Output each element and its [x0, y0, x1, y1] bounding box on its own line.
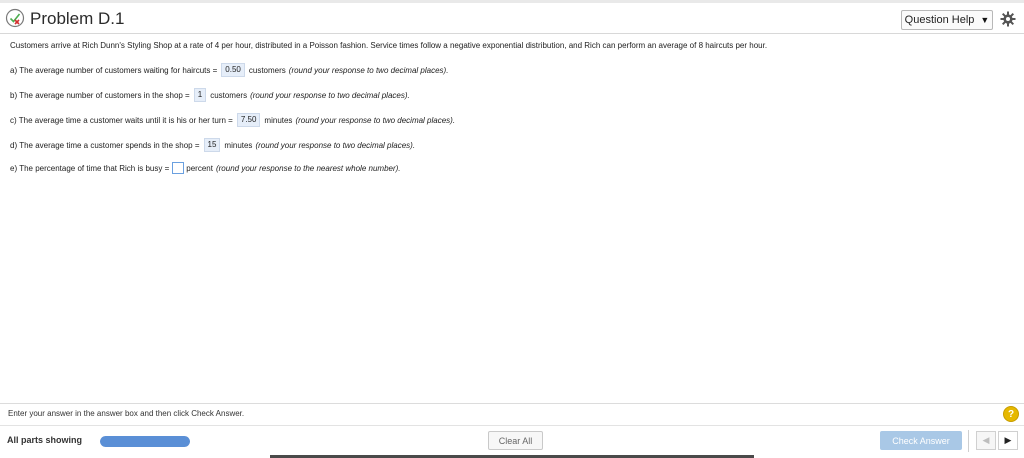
- answer-a-field[interactable]: 0.50: [221, 63, 245, 77]
- question-d-unit: minutes: [224, 140, 253, 150]
- question-a-hint: (round your response to two decimal plac…: [288, 65, 449, 75]
- question-d-hint: (round your response to two decimal plac…: [255, 140, 416, 150]
- check-answer-button[interactable]: Check Answer: [880, 431, 962, 450]
- help-icon[interactable]: ?: [1003, 406, 1019, 422]
- next-button[interactable]: ▶: [998, 431, 1018, 450]
- question-a-text: a) The average number of customers waiti…: [10, 65, 218, 75]
- question-a: a) The average number of customers waiti…: [10, 63, 448, 77]
- question-e-unit: percent: [186, 163, 213, 173]
- question-b: b) The average number of customers in th…: [10, 88, 410, 102]
- question-b-unit: customers: [210, 90, 248, 100]
- parts-showing-label: All parts showing: [7, 435, 83, 445]
- answer-c-field[interactable]: 7.50: [236, 113, 261, 127]
- clear-all-button[interactable]: Clear All: [488, 431, 543, 450]
- question-b-hint: (round your response to two decimal plac…: [250, 90, 410, 100]
- answer-d-field[interactable]: 15: [203, 138, 221, 152]
- question-c: c) The average time a customer waits unt…: [10, 113, 455, 127]
- chevron-right-icon: ▶: [1004, 435, 1012, 445]
- bottom-toolbar: All parts showing Clear All Check Answer…: [0, 425, 1024, 457]
- question-c-unit: minutes: [264, 115, 293, 125]
- chevron-left-icon: ◀: [982, 435, 990, 445]
- footer-divider: [0, 403, 1024, 404]
- instruction-text: Enter your answer in the answer box and …: [8, 409, 245, 418]
- question-b-text: b) The average number of customers in th…: [10, 90, 190, 100]
- question-help-label: Question Help: [904, 14, 975, 26]
- question-d-text: d) The average time a customer spends in…: [10, 140, 200, 150]
- gear-icon[interactable]: [1000, 11, 1016, 27]
- question-e-hint: (round your response to the nearest whol…: [215, 163, 401, 173]
- progress-fill: [100, 436, 190, 447]
- problem-intro: Customers arrive at Rich Dunn's Styling …: [10, 41, 768, 50]
- question-c-hint: (round your response to two decimal plac…: [295, 115, 456, 125]
- question-e: e) The percentage of time that Rich is b…: [10, 162, 401, 174]
- page-title: Problem D.1: [30, 9, 125, 28]
- answer-b-field[interactable]: 1: [193, 88, 207, 102]
- problem-header: Problem D.1 Question Help ▼: [0, 3, 1024, 34]
- incorrect-icon: [5, 8, 25, 28]
- prev-button[interactable]: ◀: [976, 431, 996, 450]
- question-d: d) The average time a customer spends in…: [10, 138, 415, 152]
- answer-e-input[interactable]: [172, 162, 185, 174]
- progress-bar: [100, 436, 190, 447]
- question-e-text: e) The percentage of time that Rich is b…: [10, 163, 170, 173]
- nav-divider: [968, 430, 969, 452]
- caret-down-icon: ▼: [980, 15, 990, 25]
- question-a-unit: customers: [248, 65, 286, 75]
- question-c-text: c) The average time a customer waits unt…: [10, 115, 233, 125]
- question-help-button[interactable]: Question Help ▼: [901, 10, 993, 30]
